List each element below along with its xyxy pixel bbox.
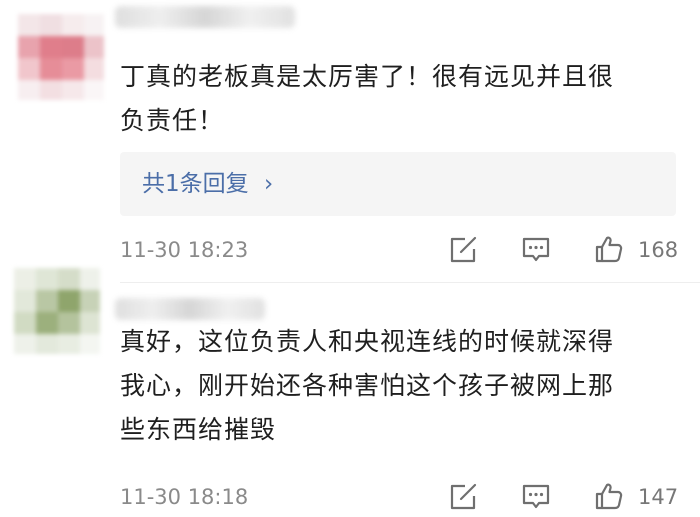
comment-timestamp: 11-30 18:23 bbox=[120, 238, 249, 262]
comment-timestamp: 11-30 18:18 bbox=[120, 485, 249, 509]
username[interactable] bbox=[115, 6, 295, 28]
reply-box[interactable]: 共1条回复 › bbox=[120, 152, 676, 216]
like-count: 147 bbox=[638, 485, 679, 509]
username[interactable] bbox=[115, 298, 265, 320]
comment-icon[interactable] bbox=[521, 235, 551, 265]
view-replies-link[interactable]: 共1条回复 bbox=[142, 169, 249, 199]
share-icon[interactable] bbox=[448, 235, 478, 265]
comment-text: 真好，这位负责人和央视连线的时候就深得 我心，刚开始还各种害怕这个孩子被网上那 … bbox=[120, 327, 615, 444]
comment-text: 丁真的老板真是太厉害了！很有远见并且很 负责任！ bbox=[120, 62, 615, 135]
comment-icon[interactable] bbox=[521, 482, 551, 512]
avatar[interactable] bbox=[18, 14, 104, 100]
thumbs-up-icon[interactable] bbox=[594, 234, 624, 264]
chevron-right-icon: › bbox=[264, 171, 274, 197]
divider bbox=[120, 282, 700, 283]
share-icon[interactable] bbox=[448, 482, 478, 512]
thumbs-up-icon[interactable] bbox=[594, 481, 624, 511]
like-count: 168 bbox=[638, 238, 679, 262]
avatar[interactable] bbox=[14, 268, 100, 354]
